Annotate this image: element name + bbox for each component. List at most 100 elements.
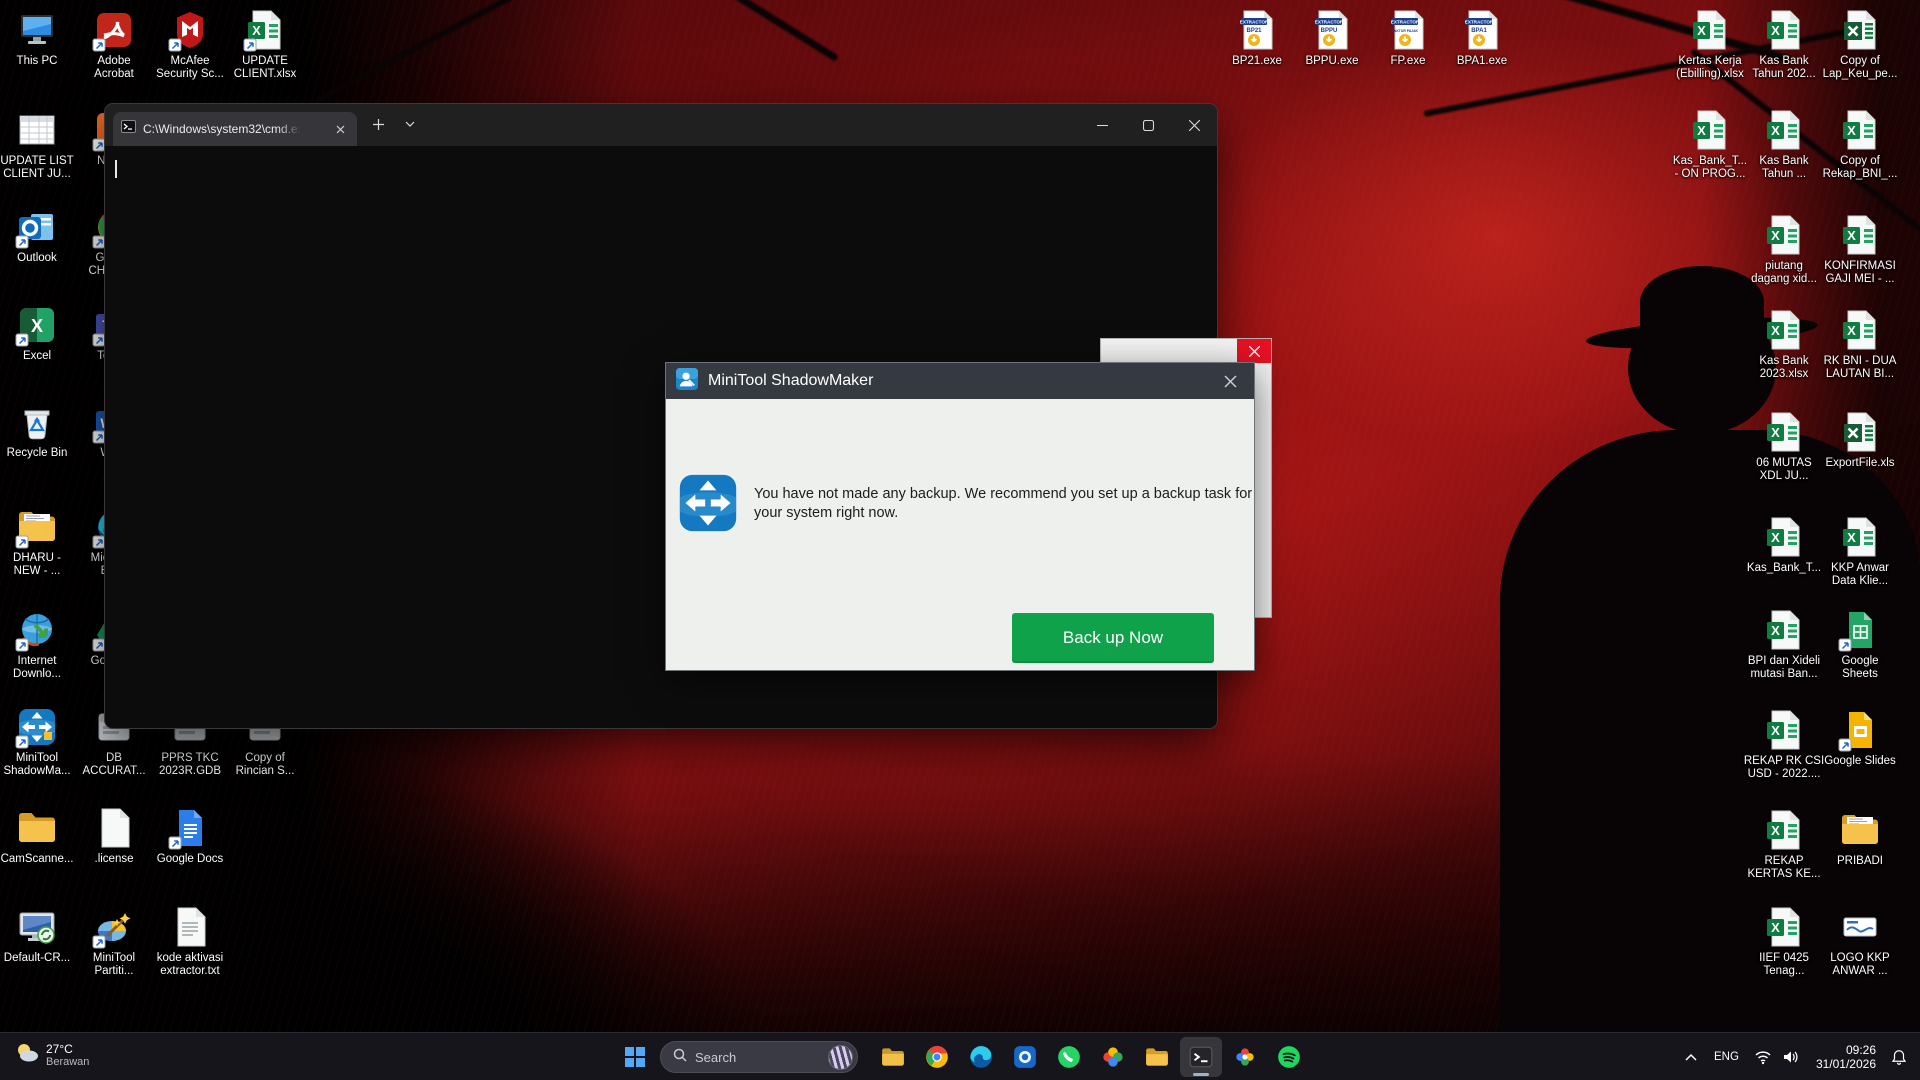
dialog-close-icon[interactable] [1216,368,1244,394]
terminal-titlebar[interactable]: C:\Windows\system32\cmd.exe [105,104,1217,146]
desktop-icon-license-file[interactable]: .license [71,806,157,866]
desktop-icon-label: UPDATE CLIENT.xlsx [222,55,308,81]
desktop-icon-rekap-rk-csi-usd[interactable]: XREKAP RK CSI USD - 2022.... [1741,708,1827,781]
desktop-icon-logo-kkp-anwar[interactable]: LOGO KKP ANWAR ... [1817,905,1903,978]
desktop-icon-kas-bank-tahun[interactable]: XKas Bank Tahun ... [1741,108,1827,181]
desktop-icon-google-sheets[interactable]: Google Sheets [1817,608,1903,681]
tab-dropdown-icon[interactable] [397,110,423,138]
taskbar-weather-widget[interactable]: 27°C Berawan [8,1037,95,1074]
default-cr-rdp-icon [15,905,59,949]
desktop-icon-mutas-xdl[interactable]: X 06 MUTAS XDL JU... [1741,410,1827,483]
terminal-tab-cmd[interactable]: C:\Windows\system32\cmd.exe [113,112,357,146]
desktop-icon-adobe-acrobat[interactable]: Adobe Acrobat [71,8,157,81]
notification-bell-icon[interactable] [1886,1048,1920,1067]
taskbar-clock[interactable]: 09:26 31/01/2026 [1804,1043,1886,1071]
fp-exe-icon: EXTRACTORFAKTUR PAJAK [1386,8,1430,52]
taskbar-edge-icon[interactable] [960,1037,1002,1077]
desktop-icon-piutang-dagang[interactable]: Xpiutang dagang xid... [1741,213,1827,286]
svg-text:EXTRACTOR: EXTRACTOR [1391,19,1420,24]
dharu-new-folder-icon [15,505,59,549]
search-box[interactable]: Search [660,1041,858,1073]
desktop-icon-label: Recycle Bin [0,447,80,460]
desktop-icon-kas-bank-tahun-202[interactable]: XKas Bank Tahun 202... [1741,8,1827,81]
desktop-icon-outlook[interactable]: Outlook [0,205,80,265]
tab-close-icon[interactable] [331,120,349,138]
desktop-icon-kkp-anwar-data[interactable]: XKKP Anwar Data Klie... [1817,515,1903,588]
desktop-icon-minitool-partition[interactable]: MiniTool Partiti... [71,905,157,978]
desktop-icon-exportfile-xls[interactable]: ExportFile.xls [1817,410,1903,470]
cmd-icon [121,119,136,139]
desktop-icon-bpa1-exe[interactable]: EXTRACTORBPA1BPA1.exe [1439,8,1525,68]
taskbar-google-photos-icon[interactable] [1092,1037,1134,1077]
iief-0425-icon: X [1762,905,1806,949]
taskbar-whatsapp-icon[interactable] [1048,1037,1090,1077]
desktop-icon-this-pc[interactable]: This PC [0,8,80,68]
desktop-icon-label: 06 MUTAS XDL JU... [1741,457,1827,483]
desktop[interactable]: This PCUPDATE LIST CLIENT JU...OutlookXE… [0,0,1920,1080]
taskbar-folder-icon[interactable] [1136,1037,1178,1077]
desktop-icon-kode-aktivasi-txt[interactable]: kode aktivasi extractor.txt [147,905,233,978]
taskbar-terminal-icon[interactable] [1180,1037,1222,1077]
close-button[interactable] [1171,104,1217,146]
kode-aktivasi-txt-icon [168,905,212,949]
desktop-icon-update-client-xlsx[interactable]: XUPDATE CLIENT.xlsx [222,8,308,81]
desktop-icon-label: Kas Bank Tahun 202... [1741,55,1827,81]
desktop-icon-update-list-client[interactable]: UPDATE LIST CLIENT JU... [0,108,80,181]
maximize-button[interactable] [1125,104,1171,146]
desktop-icon-rekap-kertas-ke[interactable]: XREKAP KERTAS KE... [1741,808,1827,881]
desktop-icon-copy-of-lap-keu[interactable]: Copy of Lap_Keu_pe... [1817,8,1903,81]
rk-bni-dua-lautan-icon: X [1838,308,1882,352]
svg-text:BPPU: BPPU [1321,28,1338,34]
logo-kkp-anwar-icon [1838,905,1882,949]
taskbar-photos-icon[interactable] [1224,1037,1266,1077]
taskbar-file-explorer-icon[interactable] [872,1037,914,1077]
desktop-icon-pribadi-folder[interactable]: PRIBADI [1817,808,1903,868]
desktop-icon-camscanner-folder[interactable]: CamScanne... [0,806,80,866]
desktop-icon-bppu-exe[interactable]: EXTRACTORBPPUBPPU.exe [1289,8,1375,68]
desktop-icon-label: RK BNI - DUA LAUTAN BI... [1817,355,1903,381]
desktop-icon-label: MiniTool Partiti... [71,952,157,978]
desktop-icon-minitool-shadowmaker[interactable]: MiniTool ShadowMa... [0,705,80,778]
minimize-button[interactable] [1079,104,1125,146]
kkp-anwar-data-icon: X [1838,515,1882,559]
desktop-icon-excel[interactable]: XExcel [0,303,80,363]
desktop-icon-label: ExportFile.xls [1817,457,1903,470]
desktop-icon-rk-bni-dua-lautan[interactable]: X RK BNI - DUA LAUTAN BI... [1817,308,1903,381]
desktop-icon-recycle-bin[interactable]: Recycle Bin [0,400,80,460]
desktop-icon-google-slides[interactable]: Google Slides [1817,708,1903,768]
desktop-icon-google-docs[interactable]: Google Docs [147,806,233,866]
backup-now-button[interactable]: Back up Now [1012,613,1214,663]
language-indicator[interactable]: ENG [1704,1051,1749,1063]
tray-overflow-chevron-icon[interactable] [1678,1037,1704,1077]
desktop-icon-kas-bank-t[interactable]: XKas_Bank_T... [1741,515,1827,575]
network-icon[interactable] [1749,1049,1777,1065]
desktop-icon-dharu-new-folder[interactable]: DHARU - NEW - ... [0,505,80,578]
volume-icon[interactable] [1777,1049,1804,1065]
desktop-icon-iief-0425[interactable]: XIIEF 0425 Tenag... [1741,905,1827,978]
desktop-icon-mcafee-security[interactable]: McAfee Security Sc... [147,8,233,81]
mutas-xdl-icon: X [1762,410,1806,454]
taskbar-spotify-icon[interactable] [1268,1037,1310,1077]
desktop-icon-label: Kas Bank Tahun ... [1741,155,1827,181]
desktop-icon-copy-of-rekap-bni[interactable]: XCopy of Rekap_BNI_... [1817,108,1903,181]
desktop-icon-bp21-exe[interactable]: EXTRACTORBP21BP21.exe [1214,8,1300,68]
desktop-icon-internet-download-manager[interactable]: Internet Downlo... [0,608,80,681]
new-tab-button[interactable] [365,110,391,138]
desktop-icon-konfirmasi-gaji-mei[interactable]: XKONFIRMASI GAJI MEI - ... [1817,213,1903,286]
desktop-icon-default-cr-rdp[interactable]: Default-CR... [0,905,80,965]
desktop-icon-kas-bank-2023[interactable]: XKas Bank 2023.xlsx [1741,308,1827,381]
search-icon [673,1048,687,1067]
dialog-titlebar[interactable]: MiniTool ShadowMaker [666,363,1254,399]
mcafee-security-icon [168,8,212,52]
close-icon[interactable] [1237,339,1271,363]
taskbar-chrome-icon[interactable] [916,1037,958,1077]
start-button[interactable] [615,1037,655,1077]
desktop-icon-bpi-dan-xideli[interactable]: XBPI dan Xideli mutasi Ban... [1741,608,1827,681]
desktop-icon-label: piutang dagang xid... [1741,260,1827,286]
svg-text:EXTRACTOR: EXTRACTOR [1240,19,1269,24]
svg-text:BP21: BP21 [1246,28,1262,34]
taskbar-blue-app-icon[interactable] [1004,1037,1046,1077]
desktop-icon-label: MiniTool ShadowMa... [0,752,80,778]
svg-text:BPA1: BPA1 [1471,28,1487,34]
desktop-icon-label: Internet Downlo... [0,655,80,681]
